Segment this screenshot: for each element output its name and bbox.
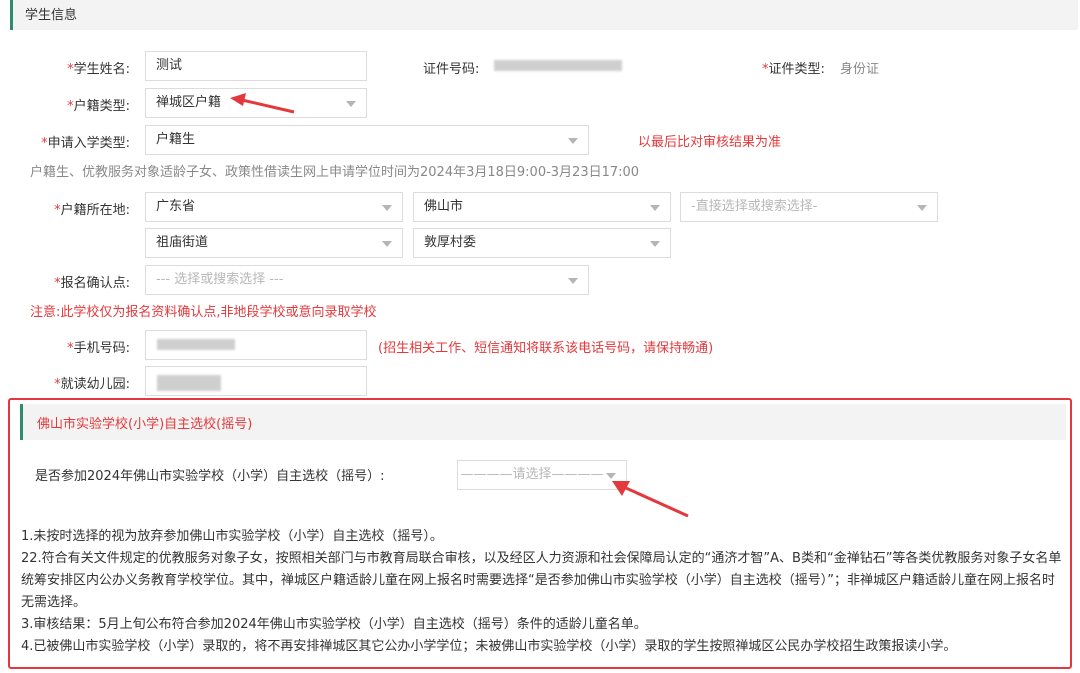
annotation-arrow-lottery [612, 481, 689, 518]
lottery-note-2: 22.符合有关文件规定的优教服务对象子女，按照相关部门与市教育局联合审核，以及经… [21, 551, 1062, 610]
phone-label: *手机号码: [67, 341, 130, 356]
household-type-value: 禅城区户籍 [156, 95, 222, 110]
confirm-point-select[interactable]: --- 选择或搜索选择 --- [145, 265, 589, 295]
district-placeholder: -直接选择或搜索选择- [691, 199, 818, 214]
id-number-label: 证件号码: [423, 62, 480, 77]
phone-note: (招生相关工作、短信通知将联系该电话号码，请保持畅通) [378, 341, 714, 356]
street-select[interactable]: 祖庙街道 [145, 228, 403, 258]
city-select[interactable]: 佛山市 [413, 192, 671, 222]
id-number-value-redacted [494, 60, 622, 71]
lottery-note-3: 3.审核结果：5月上旬公布符合参加2024年佛山市实验学校（小学）自主选校（摇号… [21, 617, 647, 632]
lottery-notes: 1.未按时选择的视为放弃参加佛山市实验学校（小学）自主选校（摇号）。 22.符合… [21, 526, 1066, 658]
section-header: 学生信息 [10, 0, 1078, 30]
province-value: 广东省 [156, 199, 196, 214]
committee-select[interactable]: 敦厚村委 [413, 228, 671, 258]
lottery-title: 佛山市实验学校(小学)自主选校(摇号) [37, 417, 253, 432]
apply-type-note: 以最后比对审核结果为准 [638, 135, 782, 150]
lottery-question: 是否参加2024年佛山市实验学校（小学）自主选校（摇号）: [35, 469, 385, 484]
lottery-note-4: 4.已被佛山市实验学校（小学）录取的，将不再安排禅城区其它公办小学学位；未被佛山… [21, 639, 957, 654]
id-type-label: *证件类型: [762, 62, 825, 77]
district-select[interactable]: -直接选择或搜索选择- [680, 192, 938, 222]
apply-type-value: 户籍生 [156, 132, 196, 147]
lottery-select-placeholder: ————请选择———— [460, 467, 604, 482]
confirm-point-placeholder: --- 选择或搜索选择 --- [156, 272, 284, 287]
confirm-point-label: *报名确认点: [54, 276, 130, 291]
apply-period-note: 户籍生、优教服务对象适龄子女、政策性借读生网上申请学位时间为2024年3月18日… [30, 165, 640, 180]
phone-value-redacted [157, 339, 235, 350]
annotation-arrow-household [230, 93, 295, 114]
name-label: *学生姓名: [67, 62, 130, 77]
section-title: 学生信息 [25, 8, 78, 23]
household-type-label: *户籍类型: [67, 99, 130, 114]
apply-type-label: *申请入学类型: [41, 136, 130, 151]
kindergarten-value-redacted [157, 375, 221, 391]
street-value: 祖庙街道 [156, 235, 209, 250]
city-value: 佛山市 [424, 199, 464, 214]
lottery-select[interactable]: ————请选择———— [457, 460, 627, 490]
id-type-value: 身份证 [840, 62, 880, 77]
household-location-label: *户籍所在地: [54, 203, 130, 218]
province-select[interactable]: 广东省 [145, 192, 403, 222]
lottery-header: 佛山市实验学校(小学)自主选校(摇号) [20, 404, 1066, 440]
kindergarten-label: *就读幼儿园: [54, 377, 130, 392]
student-name-input[interactable]: 测试 [145, 51, 367, 81]
committee-value: 敦厚村委 [424, 235, 477, 250]
lottery-note-1: 1.未按时选择的视为放弃参加佛山市实验学校（小学）自主选校（摇号）。 [21, 529, 443, 544]
apply-type-select[interactable]: 户籍生 [145, 125, 589, 155]
confirm-point-note: 注意:此学校仅为报名资料确认点,非地段学校或意向录取学校 [30, 305, 377, 320]
